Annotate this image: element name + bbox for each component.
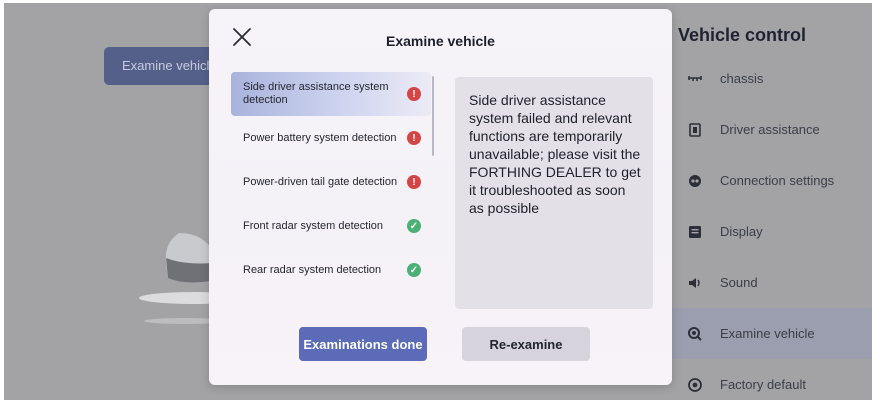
- detection-list: Side driver assistance system detection …: [231, 72, 431, 292]
- check-icon: ✓: [407, 263, 421, 277]
- error-icon: !: [407, 87, 421, 101]
- sidebar-item-label: Connection settings: [720, 173, 835, 188]
- chassis-icon: [686, 70, 704, 88]
- examine-icon: [686, 325, 704, 343]
- sidebar-item-label: Driver assistance: [720, 122, 820, 137]
- detection-item[interactable]: Front radar system detection ✓: [231, 204, 431, 248]
- sidebar: chassis Driver assistance Connection set…: [670, 53, 872, 400]
- detection-label: Front radar system detection: [243, 219, 384, 232]
- detection-item[interactable]: Rear radar system detection ✓: [231, 248, 431, 292]
- sidebar-item-sound[interactable]: Sound: [670, 257, 872, 308]
- re-examine-button[interactable]: Re-examine: [462, 327, 590, 361]
- error-icon: !: [407, 175, 421, 189]
- app-screen: Examine vehicle Vehicle control chassis …: [4, 3, 872, 400]
- sound-icon: [686, 274, 704, 292]
- list-scrollbar[interactable]: [432, 76, 434, 156]
- dialog-title: Examine vehicle: [386, 33, 495, 49]
- examinations-done-button[interactable]: Examinations done: [299, 327, 427, 361]
- display-icon: [686, 223, 704, 241]
- detection-label: Power-driven tail gate detection: [243, 175, 398, 188]
- sidebar-item-examine-vehicle[interactable]: Examine vehicle: [670, 308, 872, 359]
- sidebar-item-factory-default[interactable]: Factory default: [670, 359, 872, 400]
- check-icon: ✓: [407, 219, 421, 233]
- examine-vehicle-dialog: Examine vehicle Side driver assistance s…: [209, 9, 672, 385]
- sidebar-item-label: Sound: [720, 275, 758, 290]
- detection-item[interactable]: Power battery system detection !: [231, 116, 431, 160]
- detection-message: Side driver assistance system failed and…: [469, 92, 641, 216]
- factory-default-icon: [686, 376, 704, 394]
- detection-label: Side driver assistance system detection: [243, 81, 389, 106]
- examine-vehicle-button[interactable]: Examine vehicle: [104, 47, 224, 85]
- error-icon: !: [407, 131, 421, 145]
- detection-item[interactable]: Power-driven tail gate detection !: [231, 160, 431, 204]
- sidebar-item-label: Factory default: [720, 377, 806, 392]
- sidebar-item-display[interactable]: Display: [670, 206, 872, 257]
- sidebar-item-label: chassis: [720, 71, 764, 86]
- detection-item[interactable]: Side driver assistance system detection …: [231, 72, 431, 116]
- detection-label: Power battery system detection: [243, 131, 397, 144]
- detection-message-panel: Side driver assistance system failed and…: [455, 77, 653, 309]
- sidebar-item-label: Display: [720, 224, 763, 239]
- sidebar-item-connection-settings[interactable]: Connection settings: [670, 155, 872, 206]
- connection-icon: [686, 172, 704, 190]
- sidebar-item-chassis[interactable]: chassis: [670, 53, 872, 104]
- sidebar-title: Vehicle control: [678, 25, 807, 45]
- sidebar-item-driver-assistance[interactable]: Driver assistance: [670, 104, 872, 155]
- sidebar-item-label: Examine vehicle: [720, 326, 815, 341]
- detection-label: Rear radar system detection: [243, 263, 382, 276]
- driver-assistance-icon: [686, 121, 704, 139]
